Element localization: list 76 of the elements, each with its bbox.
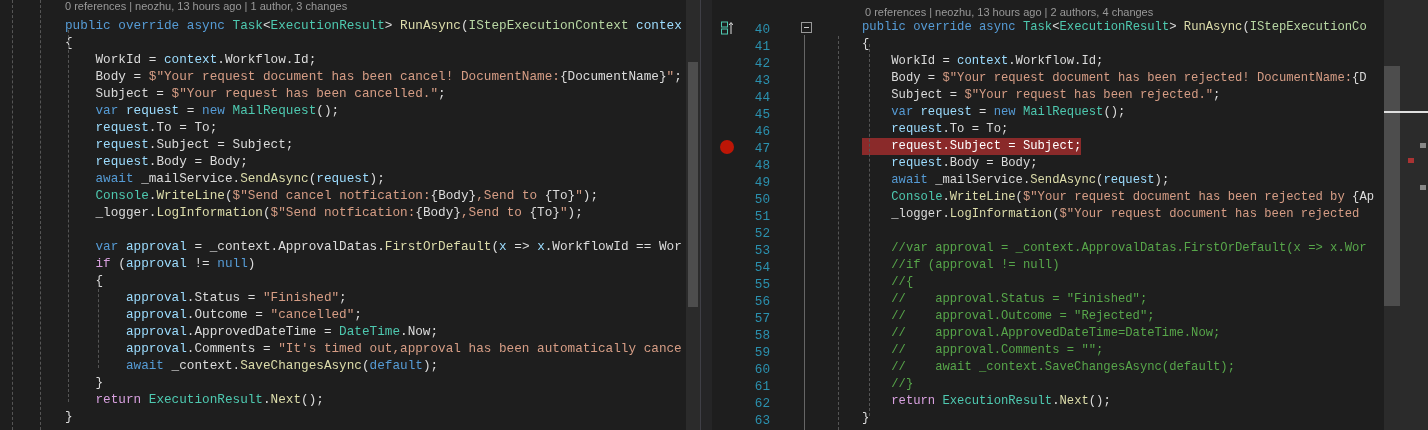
line-number: 60 [754,361,770,377]
line-number: 55 [754,276,770,292]
code-line: Body = $"Your request document has been cancel! DocumentName:{DocumentName}"; [94,69,682,84]
line-number: 43 [754,72,770,88]
code-line: request.Body = Body; [94,154,248,169]
line-number: 58 [754,327,770,343]
code-line: } [65,409,73,424]
code-line: // approval.Comments = ""; [890,342,1104,359]
code-line: return ExecutionResult.Next(); [890,393,1111,410]
code-line: if (approval != null) [94,256,256,271]
line-number: 41 [754,38,770,54]
code-line: var request = new MailRequest(); [94,103,340,118]
code-line: { [862,36,870,53]
line-number: 40 [754,21,770,37]
code-line: Subject = $"Your request has been rejected."; [890,87,1221,104]
code-line: Console.WriteLine($"Send cancel notfication:{Body},Send to {To}"); [94,188,599,203]
line-number: 48 [754,157,770,173]
code-line: } [862,410,870,427]
code-line: //if (approval != null) [890,257,1060,274]
line-number: 61 [754,378,770,394]
code-line: public override async Task<ExecutionResult> RunAsync(IStepExecutionContext contex [65,18,682,33]
code-line: //var approval = _context.ApprovalDatas.FirstOrDefault(x => x.Wor [890,240,1367,257]
scrollbar[interactable] [686,0,700,430]
code-line: await _context.SaveChangesAsync(default); [124,358,439,373]
code-line: // approval.ApprovedDateTime=DateTime.Now; [890,325,1221,342]
code-line: request.Body = Body; [890,155,1038,172]
line-number: 50 [754,191,770,207]
line-number: 59 [754,344,770,360]
code-line: WorkId = context.Workflow.Id; [890,53,1104,70]
line-number: 45 [754,106,770,122]
code-line: approval.ApprovedDateTime = DateTime.Now; [124,324,439,339]
scrollbar[interactable] [1384,0,1428,430]
code-line: //} [890,376,914,393]
line-number: 53 [754,242,770,258]
code-line: // approval.Status = "Finished"; [890,291,1148,308]
line-number: 46 [754,123,770,139]
code-line: approval.Status = "Finished"; [124,290,347,305]
code-line: // approval.Outcome = "Rejected"; [890,308,1155,325]
line-number: 54 [754,259,770,275]
code-line: var request = new MailRequest(); [890,104,1126,121]
collapse-icon[interactable] [800,22,812,33]
code-line: _logger.LogInformation($"Your request document has been rejected [890,206,1360,223]
code-line: var approval = _context.ApprovalDatas.FirstOrDefault(x => x.WorkflowId == Wor [94,239,682,254]
line-number: 49 [754,174,770,190]
line-number: 57 [754,310,770,326]
code-line: Subject = $"Your request has been cancelled."; [94,86,446,101]
line-number: 51 [754,208,770,224]
code-line: Body = $"Your request document has been rejected! DocumentName:{D [890,70,1367,87]
code-line: request.Subject = Subject; [94,137,294,152]
line-number: 47 [754,140,770,156]
code-lens[interactable]: 0 references | neozhu, 13 hours ago | 2 authors, 4 changes [865,5,1154,18]
line-number: 56 [754,293,770,309]
code-line: approval.Comments = "It's timed out,approval has been automatically cance [124,341,682,356]
line-number: 62 [754,395,770,411]
code-lens[interactable]: 0 references | neozhu, 13 hours ago | 1 author, 3 changes [65,0,348,12]
code-line: WorkId = context.Workflow.Id; [94,52,317,67]
line-number: 63 [754,412,770,428]
code-line: await _mailService.SendAsync(request); [94,171,385,186]
code-line: request.To = To; [890,121,1009,138]
line-number: 44 [754,89,770,105]
change-marker-icon[interactable] [721,20,733,35]
code-line: Console.WriteLine($"Your request document has been rejected by {Ap [890,189,1374,206]
code-line: _logger.LogInformation($"Send notfication:{Body},Send to {To}"); [94,205,583,220]
code-line: { [94,273,104,288]
breakpoint-icon[interactable] [720,139,734,154]
code-line: approval.Outcome = "cancelled"; [124,307,362,322]
line-number: 52 [754,225,770,241]
code-line: public override async Task<ExecutionResult> RunAsync(IStepExecutionCo [862,19,1367,36]
code-line: return ExecutionResult.Next(); [94,392,324,407]
code-line: // await _context.SaveChangesAsync(default); [890,359,1235,376]
pane-splitter[interactable] [700,0,712,430]
code-line: await _mailService.SendAsync(request); [890,172,1170,189]
line-number: 42 [754,55,770,71]
code-line: } [94,375,104,390]
code-line: request.To = To; [94,120,218,135]
code-line: //{ [890,274,914,291]
